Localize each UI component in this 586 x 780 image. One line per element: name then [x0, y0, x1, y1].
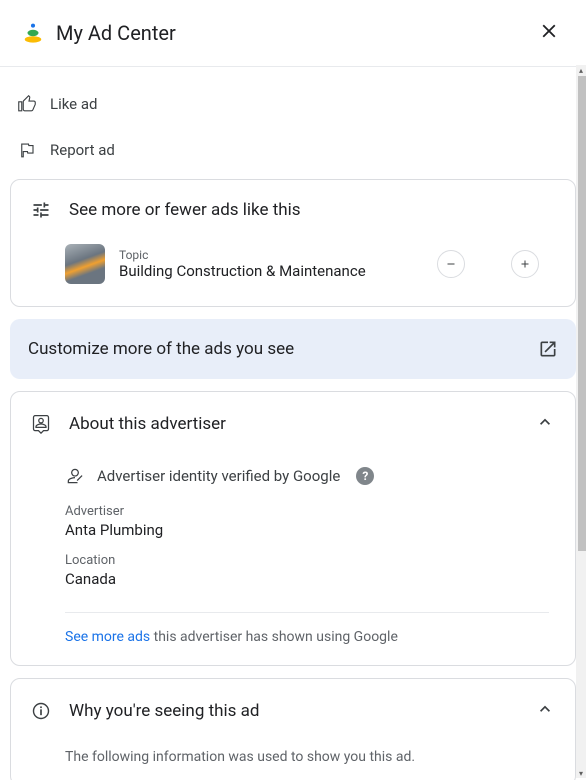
- verified-text: Advertiser identity verified by Google: [97, 467, 340, 485]
- content-area: Like ad Report ad See more or fewer ads …: [0, 67, 586, 780]
- advertiser-name-block: Advertiser Anta Plumbing: [11, 504, 575, 553]
- report-ad-label: Report ad: [50, 141, 115, 159]
- see-more-rest: this advertiser has shown using Google: [150, 629, 398, 645]
- close-button[interactable]: [534, 16, 564, 50]
- verified-user-icon: [65, 466, 85, 486]
- like-ad-row[interactable]: Like ad: [10, 81, 576, 127]
- chevron-up-icon: [535, 412, 555, 432]
- advertiser-label: Advertiser: [65, 504, 521, 519]
- open-in-new-icon: [538, 339, 558, 359]
- header: My Ad Center: [0, 0, 586, 67]
- topic-name: Building Construction & Maintenance: [119, 262, 423, 280]
- header-left: My Ad Center: [22, 21, 176, 45]
- advertiser-title: About this advertiser: [69, 414, 226, 434]
- verified-row: Advertiser identity verified by Google ?: [11, 466, 575, 504]
- similar-ads-header: See more or fewer ads like this: [11, 180, 575, 240]
- similar-ads-card: See more or fewer ads like this Topic Bu…: [10, 179, 576, 307]
- see-more-ads-link[interactable]: See more ads: [65, 629, 150, 645]
- help-icon[interactable]: ?: [356, 467, 374, 485]
- collapse-advertiser: [535, 412, 555, 436]
- info-icon: [31, 701, 51, 721]
- scroll-down-arrow[interactable]: ▾: [576, 768, 586, 778]
- why-title: Why you're seeing this ad: [69, 701, 259, 721]
- location-block: Location Canada: [11, 553, 575, 602]
- why-card: Why you're seeing this ad The following …: [10, 678, 576, 780]
- scrollbar-track[interactable]: ▴ ▾: [576, 65, 586, 778]
- tune-icon: [31, 200, 51, 220]
- ad-center-logo: [22, 22, 44, 44]
- close-icon: [538, 20, 560, 42]
- more-ads-button[interactable]: [511, 250, 539, 278]
- topic-thumbnail: [65, 244, 105, 284]
- thumbs-up-icon: [18, 95, 36, 113]
- minus-icon: [445, 258, 457, 270]
- see-more-row: See more ads this advertiser has shown u…: [11, 613, 575, 665]
- customize-text: Customize more of the ads you see: [28, 339, 294, 359]
- advertiser-value: Anta Plumbing: [65, 521, 521, 539]
- topic-actions: [437, 250, 547, 278]
- collapse-why: [535, 699, 555, 723]
- customize-ads-bar[interactable]: Customize more of the ads you see: [10, 319, 576, 379]
- topic-label: Topic: [119, 248, 423, 262]
- report-ad-row[interactable]: Report ad: [10, 127, 576, 173]
- topic-text: Topic Building Construction & Maintenanc…: [119, 248, 423, 280]
- scroll-up-arrow[interactable]: ▴: [576, 65, 586, 75]
- advertiser-header[interactable]: About this advertiser: [11, 392, 575, 456]
- topic-row: Topic Building Construction & Maintenanc…: [11, 240, 575, 306]
- advertiser-card: About this advertiser Advertiser identit…: [10, 391, 576, 666]
- why-info-text: The following information was used to sh…: [11, 743, 575, 780]
- location-value: Canada: [65, 570, 521, 588]
- like-ad-label: Like ad: [50, 95, 97, 113]
- person-pin-icon: [31, 414, 51, 434]
- scrollbar-thumb[interactable]: [578, 76, 586, 551]
- flag-icon: [18, 141, 36, 159]
- similar-ads-title: See more or fewer ads like this: [69, 200, 301, 220]
- page-title: My Ad Center: [56, 21, 176, 45]
- fewer-ads-button[interactable]: [437, 250, 465, 278]
- location-label: Location: [65, 553, 521, 568]
- chevron-up-icon: [535, 699, 555, 719]
- plus-icon: [519, 258, 531, 270]
- why-header[interactable]: Why you're seeing this ad: [11, 679, 575, 743]
